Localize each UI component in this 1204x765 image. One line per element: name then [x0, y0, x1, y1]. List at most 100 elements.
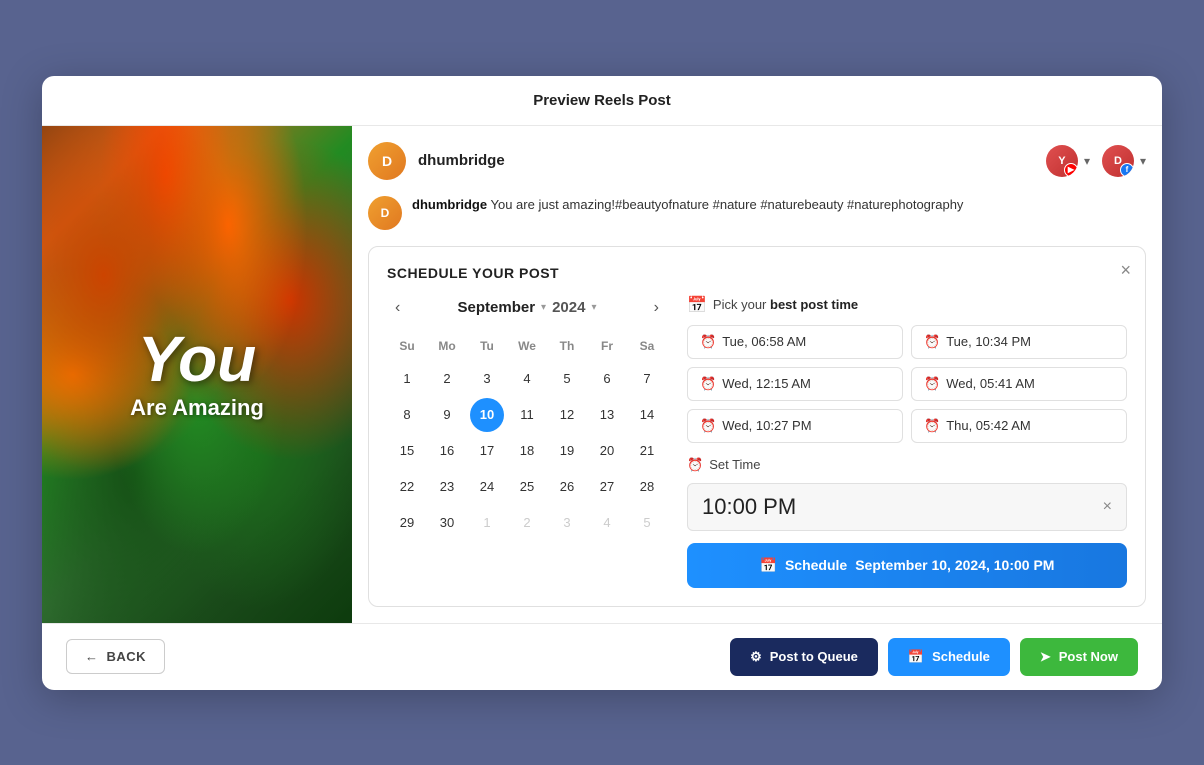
month-chevron-icon: ▾ — [541, 302, 546, 313]
cal-header-mo: Mo — [427, 335, 467, 357]
schedule-btn-date: September 10, 2024, 10:00 PM — [855, 557, 1054, 573]
time-chip-label-5: Thu, 05:42 AM — [946, 418, 1031, 433]
schedule-content: ‹ September ▾ 2024 ▾ › — [387, 295, 1127, 588]
cal-day-21[interactable]: 21 — [630, 434, 664, 468]
post-now-button[interactable]: ➤ Post Now — [1020, 638, 1138, 676]
post-caption: D dhumbridge You are just amazing!#beaut… — [368, 196, 1146, 230]
time-chip-label-0: Tue, 06:58 AM — [722, 334, 806, 349]
cal-day-oct2[interactable]: 2 — [510, 506, 544, 540]
cal-day-2[interactable]: 2 — [430, 362, 464, 396]
cal-day-24[interactable]: 24 — [470, 470, 504, 504]
cal-day-oct5[interactable]: 5 — [630, 506, 664, 540]
modal-header: Preview Reels Post — [42, 76, 1162, 126]
cal-day-12[interactable]: 12 — [550, 398, 584, 432]
time-chip-label-4: Wed, 10:27 PM — [722, 418, 811, 433]
best-time-header: 📅 Pick your best post time — [687, 295, 1127, 315]
cal-day-13[interactable]: 13 — [590, 398, 624, 432]
close-schedule-button[interactable]: × — [1120, 261, 1131, 279]
calendar-icon: 📅 — [687, 295, 707, 315]
cal-header-fr: Fr — [587, 335, 627, 357]
cal-day-18[interactable]: 18 — [510, 434, 544, 468]
account-chevron-2-icon[interactable]: ▾ — [1140, 154, 1146, 168]
cal-day-22[interactable]: 22 — [390, 470, 424, 504]
avatar-facebook[interactable]: D f — [1102, 145, 1134, 177]
caption-avatar: D — [368, 196, 402, 230]
cal-day-29[interactable]: 29 — [390, 506, 424, 540]
cal-day-14[interactable]: 14 — [630, 398, 664, 432]
best-time-panel: 📅 Pick your best post time ⏰ Tue, 06:58 … — [687, 295, 1127, 588]
image-panel: You Are Amazing — [42, 126, 352, 623]
clock-icon-2: ⏰ — [700, 376, 716, 392]
cal-day-oct3[interactable]: 3 — [550, 506, 584, 540]
cal-day-oct4[interactable]: 4 — [590, 506, 624, 540]
cal-day-15[interactable]: 15 — [390, 434, 424, 468]
cal-day-3[interactable]: 3 — [470, 362, 504, 396]
account-selector-2[interactable]: D f ▾ — [1102, 145, 1146, 177]
schedule-date-button[interactable]: 📅 Schedule September 10, 2024, 10:00 PM — [687, 543, 1127, 588]
schedule-icon: 📅 — [908, 649, 924, 665]
post-now-label: Post Now — [1059, 649, 1118, 664]
cal-day-7[interactable]: 7 — [630, 362, 664, 396]
cal-day-19[interactable]: 19 — [550, 434, 584, 468]
cal-day-30[interactable]: 30 — [430, 506, 464, 540]
account-username: dhumbridge — [418, 152, 1034, 169]
cal-week-4: 22 23 24 25 26 27 28 — [387, 469, 667, 505]
cal-header-th: Th — [547, 335, 587, 357]
cal-week-1: 1 2 3 4 5 6 7 — [387, 361, 667, 397]
cal-day-11[interactable]: 11 — [510, 398, 544, 432]
caption-username: dhumbridge — [412, 197, 487, 212]
account-chevron-icon[interactable]: ▾ — [1084, 154, 1090, 168]
caption-text: dhumbridge You are just amazing!#beautyo… — [412, 196, 963, 214]
schedule-panel: SCHEDULE YOUR POST × ‹ September ▾ 2024 — [368, 246, 1146, 607]
cal-day-17[interactable]: 17 — [470, 434, 504, 468]
avatar-youtube[interactable]: Y ▶ — [1046, 145, 1078, 177]
cal-day-23[interactable]: 23 — [430, 470, 464, 504]
best-time-label: Pick your best post time — [713, 297, 858, 312]
cal-day-9[interactable]: 9 — [430, 398, 464, 432]
prev-month-button[interactable]: ‹ — [387, 295, 408, 321]
modal-footer: ← BACK ⚙ Post to Queue 📅 Schedule ➤ Post… — [42, 623, 1162, 690]
time-chips-grid: ⏰ Tue, 06:58 AM ⏰ Tue, 10:34 PM ⏰ Wed, 1… — [687, 325, 1127, 443]
cal-day-27[interactable]: 27 — [590, 470, 624, 504]
cal-day-10[interactable]: 10 — [470, 398, 504, 432]
time-clear-button[interactable]: × — [1103, 498, 1112, 516]
cal-day-16[interactable]: 16 — [430, 434, 464, 468]
cal-day-1[interactable]: 1 — [390, 362, 424, 396]
cal-day-25[interactable]: 25 — [510, 470, 544, 504]
cal-day-26[interactable]: 26 — [550, 470, 584, 504]
clock-icon-5: ⏰ — [924, 418, 940, 434]
time-chip-3[interactable]: ⏰ Wed, 05:41 AM — [911, 367, 1127, 401]
back-button[interactable]: ← BACK — [66, 639, 165, 674]
cal-day-oct1[interactable]: 1 — [470, 506, 504, 540]
modal-title: Preview Reels Post — [533, 92, 671, 109]
cal-day-6[interactable]: 6 — [590, 362, 624, 396]
cal-week-2: 8 9 10 11 12 13 14 — [387, 397, 667, 433]
clock-icon-0: ⏰ — [700, 334, 716, 350]
avatar-group-2[interactable]: D f — [1102, 145, 1134, 177]
next-month-button[interactable]: › — [646, 295, 667, 321]
time-chip-5[interactable]: ⏰ Thu, 05:42 AM — [911, 409, 1127, 443]
time-value-display: 10:00 PM — [702, 494, 796, 520]
post-now-icon: ➤ — [1040, 649, 1051, 665]
avatar-group[interactable]: Y ▶ — [1046, 145, 1078, 177]
facebook-badge: f — [1120, 163, 1134, 177]
cal-day-28[interactable]: 28 — [630, 470, 664, 504]
overlay-text-you: You — [138, 327, 257, 391]
cal-week-3: 15 16 17 18 19 20 21 — [387, 433, 667, 469]
time-chip-2[interactable]: ⏰ Wed, 12:15 AM — [687, 367, 903, 401]
cal-day-20[interactable]: 20 — [590, 434, 624, 468]
time-chip-0[interactable]: ⏰ Tue, 06:58 AM — [687, 325, 903, 359]
youtube-badge: ▶ — [1064, 163, 1078, 177]
main-modal: Preview Reels Post You Are Amazing D dhu… — [42, 76, 1162, 690]
cal-day-5[interactable]: 5 — [550, 362, 584, 396]
time-chip-4[interactable]: ⏰ Wed, 10:27 PM — [687, 409, 903, 443]
cal-day-8[interactable]: 8 — [390, 398, 424, 432]
time-input-box[interactable]: 10:00 PM × — [687, 483, 1127, 531]
calendar-year: 2024 — [552, 299, 585, 316]
time-chip-1[interactable]: ⏰ Tue, 10:34 PM — [911, 325, 1127, 359]
schedule-button[interactable]: 📅 Schedule — [888, 638, 1010, 676]
cal-day-4[interactable]: 4 — [510, 362, 544, 396]
post-to-queue-button[interactable]: ⚙ Post to Queue — [730, 638, 878, 676]
account-selector[interactable]: Y ▶ ▾ — [1046, 145, 1090, 177]
clock-icon-4: ⏰ — [700, 418, 716, 434]
